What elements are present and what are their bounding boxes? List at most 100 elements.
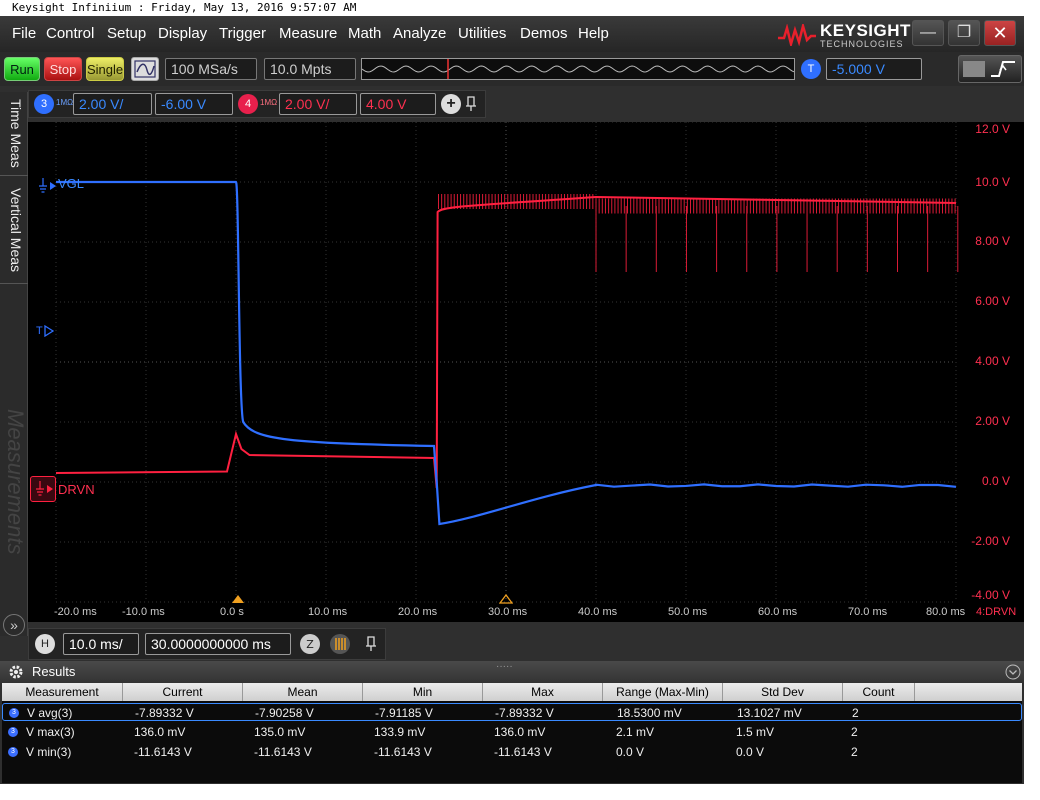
tab-time-meas[interactable]: Time Meas: [0, 92, 28, 176]
count-value: 2: [851, 745, 858, 759]
menu-setup[interactable]: Setup: [107, 25, 146, 42]
y-tick: 10.0 V: [975, 175, 1010, 189]
x-tick: 40.0 ms: [578, 606, 618, 618]
y-tick: 8.00 V: [975, 234, 1010, 248]
y-tick: -2.00 V: [971, 534, 1010, 548]
memory-depth-field[interactable]: 10.0 Mpts: [264, 58, 356, 80]
std-dev-value: 0.0 V: [736, 745, 765, 759]
menu-bar: File Control Setup Display Trigger Measu…: [0, 16, 1024, 52]
results-title: Results: [32, 664, 76, 679]
trigger-mode-button[interactable]: [958, 55, 1022, 83]
single-button[interactable]: Single: [86, 57, 124, 81]
ch3-ground-icon: [39, 178, 56, 193]
range-value: 2.1 mV: [616, 725, 655, 739]
results-table: Measurement Current Mean Min Max Range (…: [2, 683, 1022, 783]
trigger-level-marker: T: [36, 325, 43, 337]
run-button[interactable]: Run: [4, 57, 40, 81]
x-tick: 30.0 ms: [488, 606, 528, 618]
horizontal-badge: H: [35, 634, 55, 654]
stop-button[interactable]: Stop: [44, 57, 82, 81]
gear-icon[interactable]: [8, 664, 24, 680]
time-position-field[interactable]: 30.0000000000 ms: [145, 633, 291, 655]
menu-help[interactable]: Help: [578, 25, 609, 42]
waveform-graph: [55, 122, 959, 603]
menu-trigger[interactable]: Trigger: [219, 25, 266, 42]
autoscale-button[interactable]: [131, 57, 159, 81]
ch4-marker[interactable]: [30, 476, 56, 502]
minimize-button[interactable]: —: [912, 20, 944, 46]
menu-control[interactable]: Control: [46, 25, 94, 42]
zoom-icon[interactable]: Z: [299, 633, 321, 655]
column-header[interactable]: Measurement: [2, 683, 123, 701]
column-header-empty: [915, 683, 1022, 701]
menu-demos[interactable]: Demos: [520, 25, 568, 42]
column-header[interactable]: Count: [843, 683, 915, 701]
pin-icon[interactable]: [365, 636, 377, 652]
logo-name: KEYSIGHT: [820, 21, 911, 40]
channel-bar: 3 1MΩ 2.00 V/ -6.00 V 4 1MΩ 2.00 V/ 4.00…: [28, 90, 486, 118]
navigation-icon[interactable]: [329, 633, 351, 655]
time-reference-icon: [499, 594, 513, 604]
results-row[interactable]: 3 V max(3) 136.0 mV 135.0 mV 133.9 mV 13…: [2, 723, 1022, 741]
waveform-display[interactable]: VGL T DRVN -20.0 ms -10.0 ms 0.0 s 10.0 …: [28, 122, 1024, 622]
menu-math[interactable]: Math: [348, 25, 381, 42]
tab-vertical-meas[interactable]: Vertical Meas: [0, 178, 28, 284]
column-header[interactable]: Std Dev: [723, 683, 843, 701]
add-channel-button[interactable]: +: [441, 94, 461, 114]
x-tick: -20.0 ms: [54, 606, 97, 618]
results-column-headers: Measurement Current Mean Min Max Range (…: [2, 683, 1022, 701]
menu-measure[interactable]: Measure: [279, 25, 337, 42]
horizontal-controls: H 10.0 ms/ 30.0000000000 ms Z: [28, 628, 386, 660]
ch3-badge[interactable]: 3: [34, 94, 54, 114]
measurement-name: V max(3): [26, 725, 75, 739]
column-header[interactable]: Min: [363, 683, 483, 701]
close-button[interactable]: ✕: [984, 20, 1016, 46]
pin-icon[interactable]: [465, 96, 477, 112]
results-row[interactable]: 3 V min(3) -11.6143 V -11.6143 V -11.614…: [2, 743, 1022, 761]
ch3-impedance: 1MΩ: [56, 98, 74, 107]
column-header[interactable]: Current: [123, 683, 243, 701]
tab-measurements[interactable]: Measurements: [0, 392, 28, 572]
trigger-edge-icon: [963, 61, 1015, 77]
max-value: -11.6143 V: [494, 745, 552, 759]
time-scale-field[interactable]: 10.0 ms/: [63, 633, 139, 655]
column-header[interactable]: Max: [483, 683, 603, 701]
channel-3-bullet: 3: [8, 727, 18, 737]
results-row[interactable]: 3 V avg(3) -7.89332 V -7.90258 V -7.9118…: [2, 703, 1022, 721]
trigger-position-icon: [232, 595, 244, 603]
menu-display[interactable]: Display: [158, 25, 207, 42]
overview-wave-icon: [361, 59, 795, 79]
current-value: 136.0 mV: [134, 725, 186, 739]
measurement-name: V min(3): [26, 745, 72, 759]
range-value: 0.0 V: [616, 745, 645, 759]
y-tick: -4.00 V: [971, 588, 1010, 602]
ch3-offset-field[interactable]: -6.00 V: [155, 93, 233, 115]
acquisition-toolbar: Run Stop Single 100 MSa/s 10.0 Mpts T -5…: [0, 52, 1024, 86]
y-tick: 6.00 V: [975, 294, 1010, 308]
max-value: -7.89332 V: [495, 706, 554, 720]
count-value: 2: [851, 725, 858, 739]
expand-icon[interactable]: »: [3, 614, 25, 636]
x-tick: 20.0 ms: [398, 606, 438, 618]
trigger-level-field[interactable]: -5.000 V: [826, 58, 922, 80]
ch4-scale-field[interactable]: 2.00 V/: [279, 93, 357, 115]
window-title-bar: Keysight Infiniium : Friday, May 13, 201…: [0, 0, 1040, 16]
x-tick: 10.0 ms: [308, 606, 348, 618]
ch4-offset-field[interactable]: 4.00 V: [360, 93, 436, 115]
current-value: -11.6143 V: [134, 745, 192, 759]
collapse-icon[interactable]: [1005, 664, 1021, 680]
menu-analyze[interactable]: Analyze: [393, 25, 446, 42]
maximize-button[interactable]: ❐: [948, 20, 980, 46]
y-tick: 12.0 V: [975, 122, 1010, 136]
column-header[interactable]: Mean: [243, 683, 363, 701]
drag-handle-icon[interactable]: ·····: [496, 661, 513, 672]
sample-rate-field[interactable]: 100 MSa/s: [165, 58, 257, 80]
ch4-badge[interactable]: 4: [238, 94, 258, 114]
menu-file[interactable]: File: [12, 25, 36, 42]
menu-utilities[interactable]: Utilities: [458, 25, 506, 42]
column-header[interactable]: Range (Max-Min): [603, 683, 723, 701]
waveform-overview[interactable]: [361, 58, 795, 80]
keysight-logo: KEYSIGHT TECHNOLOGIES: [778, 20, 911, 50]
ch4-label: DRVN: [58, 482, 95, 497]
ch3-scale-field[interactable]: 2.00 V/: [73, 93, 152, 115]
